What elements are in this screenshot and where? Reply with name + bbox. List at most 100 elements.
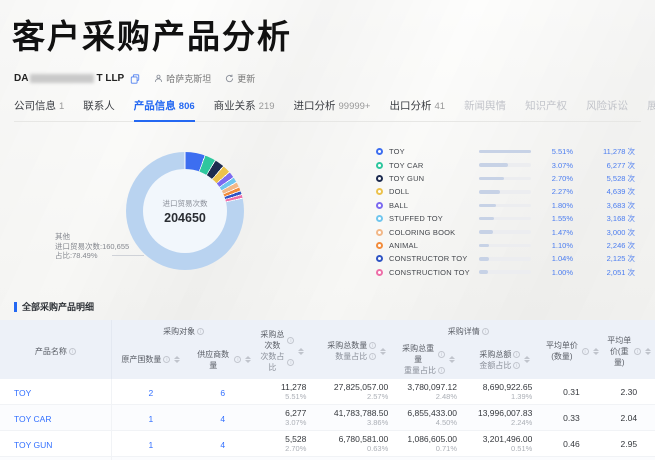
company-name: DA T LLP <box>14 73 124 84</box>
info-icon[interactable] <box>369 342 377 349</box>
legend-bar <box>479 243 531 248</box>
legend-item[interactable]: ANIMAL 1.10% 2,246 次 <box>376 239 642 252</box>
sort-icon[interactable] <box>298 347 305 355</box>
legend-bar <box>479 149 531 154</box>
tab-news: 新闻舆情 <box>464 98 506 121</box>
info-icon[interactable] <box>513 350 521 358</box>
info-icon[interactable] <box>438 350 446 358</box>
legend-item[interactable]: CONSTRUCTION TOY 1.00% 2,051 次 <box>376 266 642 279</box>
tab-bar: 公司信息 1 联系人 产品信息 806 商业关系 219 进口分析 99999+ 出口分析 41 新闻… <box>14 98 655 122</box>
legend-name: ANIMAL <box>389 240 419 250</box>
tab-count: 99999+ <box>338 101 371 112</box>
sort-icon[interactable] <box>380 347 387 355</box>
info-icon[interactable] <box>513 361 521 369</box>
col-header-total-qty[interactable]: 采购总数量 数量占比 <box>314 320 397 379</box>
legend-item[interactable]: CONSTRUCTOR TOY 1.04% 2,125 次 <box>376 252 642 265</box>
tab-company-info[interactable]: 公司信息 1 <box>14 98 64 121</box>
legend-bar <box>479 230 531 234</box>
legend-dot-icon <box>376 161 383 169</box>
sort-icon[interactable] <box>592 347 599 355</box>
col-header-avg-price-qty[interactable]: 平均单价(数量) <box>540 320 603 379</box>
legend-item[interactable]: STUFFED TOY 1.55% 3,168 次 <box>376 212 642 225</box>
legend-name: CONSTRUCTION TOY <box>389 267 470 277</box>
info-icon[interactable] <box>369 353 377 360</box>
legend-dot-icon <box>376 268 383 276</box>
donut-center-title: 进口贸易次数 <box>162 198 208 208</box>
sort-icon[interactable] <box>449 356 456 363</box>
info-icon[interactable] <box>234 356 242 363</box>
col-header-avg-price-weight[interactable]: 平均单价(重量) <box>602 320 655 379</box>
tab-import-analysis[interactable]: 进口分析 99999+ <box>294 98 371 121</box>
company-name-redacted <box>30 74 95 83</box>
cell-origin-count: 1 <box>111 456 190 460</box>
company-country: 哈萨克斯坦 <box>154 72 211 85</box>
info-icon[interactable] <box>634 347 641 355</box>
refresh-label: 更新 <box>237 74 256 84</box>
info-icon[interactable] <box>68 347 76 355</box>
sort-icon[interactable] <box>524 356 531 363</box>
legend-item[interactable]: TOY CAR 3.07% 6,277 次 <box>376 158 642 171</box>
info-icon[interactable] <box>197 328 205 335</box>
cell-product: TOY CAR <box>0 404 112 431</box>
legend-item[interactable]: TOY 5.51% 11,278 次 <box>376 145 642 158</box>
legend-item[interactable]: BALL 1.80% 3,683 次 <box>376 199 642 212</box>
sort-icon[interactable] <box>645 347 651 355</box>
tab-label: 商业关系 <box>213 100 256 112</box>
legend-item[interactable]: TOY GUN 2.70% 5,528 次 <box>376 172 642 185</box>
legend-item[interactable]: COLORING BOOK 1.47% 3,000 次 <box>376 225 642 238</box>
cell-total-amount: 12,003,324.831.92% <box>465 456 541 460</box>
tab-label: 进口分析 <box>293 100 336 112</box>
copy-icon[interactable] <box>130 73 140 84</box>
origin-count-link[interactable]: 2 <box>149 388 154 398</box>
col-header-total-amount[interactable]: 采购总额 金额占比 <box>465 340 541 379</box>
legend-bar <box>479 190 531 194</box>
legend-bar <box>479 163 531 167</box>
sort-icon[interactable] <box>245 356 252 363</box>
supplier-count-link[interactable]: 6 <box>220 388 225 398</box>
product-link[interactable]: TOY GUN <box>14 440 52 450</box>
cell-total-times: 11,278 5.51% <box>255 379 315 405</box>
tab-business-relations[interactable]: 商业关系 219 <box>214 98 275 121</box>
info-icon[interactable] <box>438 367 446 374</box>
others-callout: 其他 进口贸易次数:160,655 占比:78.49% <box>55 232 129 261</box>
legend-dot-icon <box>376 148 383 156</box>
col-header-total-weight[interactable]: 采购总重量 重量占比 <box>396 340 466 379</box>
legend-bar <box>479 216 531 221</box>
info-icon[interactable] <box>287 358 295 366</box>
supplier-count-link[interactable]: 4 <box>220 414 225 424</box>
product-link[interactable]: TOY <box>14 388 31 398</box>
legend-pct: 3.07% <box>551 160 573 170</box>
legend-pct: 1.55% <box>551 214 573 224</box>
legend-count: 11,278 次 <box>603 147 635 157</box>
table-row: TOY 2 6 11,278 5.51% 27,825,057.00 2.57% 3,780,… <box>0 379 655 405</box>
refresh-action[interactable]: 更新 <box>225 72 255 85</box>
tab-count: 1 <box>59 101 65 112</box>
supplier-count-link[interactable]: 4 <box>220 440 225 450</box>
legend-item[interactable]: DOLL 2.27% 4,639 次 <box>376 185 642 198</box>
tab-product-info[interactable]: 产品信息 806 <box>133 98 195 122</box>
legend-dot-icon <box>376 241 383 249</box>
col-header-origin-countries[interactable]: 原产国数量 <box>111 340 190 379</box>
legend-bar <box>479 203 531 207</box>
col-header-suppliers[interactable]: 供应商数量 <box>189 340 256 379</box>
origin-count-link[interactable]: 1 <box>149 414 154 424</box>
legend-pct: 5.51% <box>551 147 573 157</box>
tab-contacts[interactable]: 联系人 <box>83 98 115 121</box>
cell-origin-count: 2 <box>111 379 190 405</box>
col-header-total-times[interactable]: 采购总次数 次数占比 <box>255 320 315 379</box>
others-callout-name: 其他 <box>55 232 70 241</box>
info-icon[interactable] <box>581 347 589 355</box>
legend-count: 5,528 次 <box>606 173 635 183</box>
product-link[interactable]: TOY CAR <box>14 414 51 424</box>
cell-avg-price-qty: 0.24 <box>540 456 603 460</box>
tab-export-analysis[interactable]: 出口分析 41 <box>389 98 445 121</box>
sort-icon[interactable] <box>174 356 181 363</box>
cell-total-amount: 8,690,922.65 1.39% <box>465 379 541 405</box>
info-icon[interactable] <box>481 328 489 335</box>
origin-count-link[interactable]: 1 <box>149 440 154 450</box>
cell-total-weight: 3,780,097.12 2.48% <box>396 379 466 405</box>
info-icon[interactable] <box>163 356 171 363</box>
info-icon[interactable] <box>287 336 295 344</box>
table-body: TOY 2 6 11,278 5.51% 27,825,057.00 2.57% 3,780,… <box>0 379 655 460</box>
cell-avg-price-qty: 0.31 <box>540 379 603 405</box>
